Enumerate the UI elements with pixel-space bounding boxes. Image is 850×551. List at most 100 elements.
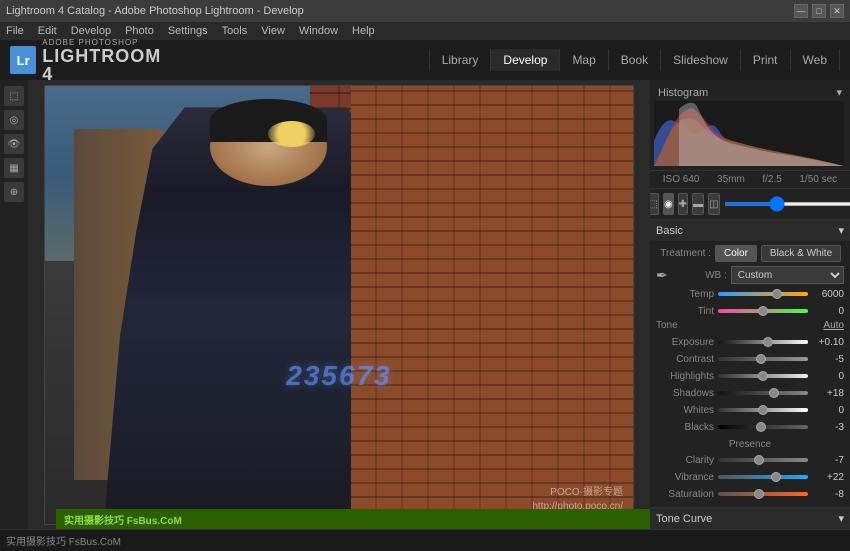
- color-btn[interactable]: Color: [715, 245, 757, 262]
- status-text: 实用摄影技巧 FsBus.CoM: [64, 512, 182, 527]
- statusbar: 实用摄影技巧 FsBus.CoM: [0, 529, 850, 551]
- clarity-value: -7: [812, 455, 844, 466]
- exposure-thumb[interactable]: [763, 337, 773, 347]
- highlights-track[interactable]: [718, 374, 808, 378]
- camera-info: ISO 640 35mm f/2.5 1/50 sec: [650, 171, 850, 189]
- tab-print[interactable]: Print: [741, 49, 791, 71]
- tab-web[interactable]: Web: [791, 49, 840, 71]
- vibrance-label: Vibrance: [656, 472, 714, 483]
- close-button[interactable]: ✕: [830, 4, 844, 18]
- tone-auto-btn[interactable]: Auto: [823, 320, 844, 331]
- contrast-track[interactable]: [718, 357, 808, 361]
- tint-thumb[interactable]: [758, 306, 768, 316]
- adjustment-brush-btn[interactable]: ◫: [708, 193, 719, 215]
- menu-help[interactable]: Help: [352, 25, 375, 37]
- vibrance-value: +22: [812, 472, 844, 483]
- temp-track[interactable]: [718, 292, 808, 296]
- basic-panel-title[interactable]: Basic ▾: [650, 220, 850, 241]
- redeye-btn[interactable]: ✚: [678, 193, 688, 215]
- vibrance-thumb[interactable]: [771, 472, 781, 482]
- eyedropper-icon[interactable]: ✒: [656, 267, 668, 284]
- tone-label: Tone: [656, 320, 678, 331]
- photo-container: 235673 POCO·摄影专题 http://photo.poco.cn/: [44, 85, 634, 525]
- tab-slideshow[interactable]: Slideshow: [661, 49, 741, 71]
- whites-track[interactable]: [718, 408, 808, 412]
- shadows-slider-row: Shadows +18: [656, 385, 844, 401]
- temp-thumb[interactable]: [772, 289, 782, 299]
- menu-view[interactable]: View: [261, 25, 285, 37]
- vibrance-slider-row: Vibrance +22: [656, 469, 844, 485]
- tint-track[interactable]: [718, 309, 808, 313]
- histogram-header: Histogram ▾: [654, 84, 846, 101]
- menu-window[interactable]: Window: [299, 25, 338, 37]
- adjustment-brush-tool[interactable]: ⊕: [4, 182, 24, 202]
- crop-tool[interactable]: ⬚: [4, 86, 24, 106]
- histogram-chevron[interactable]: ▾: [836, 86, 842, 99]
- develop-tools-row: ⬚ ◉ ✚ ▬ ◫: [650, 189, 850, 220]
- status-strip: 实用摄影技巧 FsBus.CoM: [56, 509, 650, 529]
- tone-curve-title[interactable]: Tone Curve ▾: [650, 508, 850, 529]
- clarity-thumb[interactable]: [754, 455, 764, 465]
- menu-file[interactable]: File: [6, 25, 24, 37]
- menu-develop[interactable]: Develop: [71, 25, 111, 37]
- exposure-value: +0.10: [812, 337, 844, 348]
- saturation-thumb[interactable]: [754, 489, 764, 499]
- saturation-value: -8: [812, 489, 844, 500]
- exposure-label: Exposure: [656, 337, 714, 348]
- whites-slider-row: Whites 0: [656, 402, 844, 418]
- logo-text: ADOBE PHOTOSHOP LIGHTROOM 4: [42, 38, 170, 83]
- spot-removal-btn[interactable]: ◉: [663, 193, 674, 215]
- photo-background: [45, 86, 633, 524]
- graduated-filter-btn[interactable]: ▬: [692, 193, 704, 215]
- titlebar: Lightroom 4 Catalog - Adobe Photoshop Li…: [0, 0, 850, 22]
- blacks-thumb[interactable]: [756, 422, 766, 432]
- saturation-label: Saturation: [656, 489, 714, 500]
- shadows-thumb[interactable]: [769, 388, 779, 398]
- logo-main: LIGHTROOM 4: [42, 47, 170, 83]
- exposure-track[interactable]: [718, 340, 808, 344]
- menu-edit[interactable]: Edit: [38, 25, 57, 37]
- graduated-filter-tool[interactable]: ▦: [4, 158, 24, 178]
- contrast-thumb[interactable]: [756, 354, 766, 364]
- wb-select[interactable]: Custom As Shot Auto Daylight Cloudy Shad…: [731, 266, 844, 284]
- blacks-track[interactable]: [718, 425, 808, 429]
- temp-value: 6000: [812, 289, 844, 300]
- iso-value: ISO 640: [663, 174, 700, 185]
- wb-label: WB :: [672, 270, 727, 281]
- minimize-button[interactable]: —: [794, 4, 808, 18]
- photo-area: 235673 POCO·摄影专题 http://photo.poco.cn/ 实…: [28, 80, 650, 529]
- crop-overlay-btn[interactable]: ⬚: [650, 193, 659, 215]
- temp-label: Temp: [656, 289, 714, 300]
- shadows-track[interactable]: [718, 391, 808, 395]
- contrast-value: -5: [812, 354, 844, 365]
- histogram-section: Histogram ▾: [650, 80, 850, 171]
- menu-tools[interactable]: Tools: [222, 25, 248, 37]
- highlights-value: 0: [812, 371, 844, 382]
- shutter-value: 1/50 sec: [799, 174, 837, 185]
- vibrance-track[interactable]: [718, 475, 808, 479]
- right-panel: Histogram ▾ ISO 640 35mm: [650, 80, 850, 529]
- shadows-label: Shadows: [656, 388, 714, 399]
- tab-book[interactable]: Book: [609, 49, 661, 71]
- tool-slider[interactable]: [724, 202, 850, 206]
- basic-panel: Basic ▾ Treatment : Color Black & White …: [650, 220, 850, 508]
- highlights-thumb[interactable]: [758, 371, 768, 381]
- tone-sliders: Exposure +0.10 Contrast -5: [656, 334, 844, 435]
- menu-settings[interactable]: Settings: [168, 25, 208, 37]
- clarity-track[interactable]: [718, 458, 808, 462]
- maximize-button[interactable]: □: [812, 4, 826, 18]
- tone-curve-chevron: ▾: [838, 512, 844, 525]
- shadows-value: +18: [812, 388, 844, 399]
- treatment-row: Treatment : Color Black & White: [656, 245, 844, 262]
- bw-btn[interactable]: Black & White: [761, 245, 841, 262]
- tab-develop[interactable]: Develop: [491, 49, 560, 71]
- nav-tabs: Library Develop Map Book Slideshow Print…: [180, 49, 850, 71]
- whites-thumb[interactable]: [758, 405, 768, 415]
- saturation-track[interactable]: [718, 492, 808, 496]
- spot-removal-tool[interactable]: ◎: [4, 110, 24, 130]
- tab-library[interactable]: Library: [429, 49, 492, 71]
- menu-photo[interactable]: Photo: [125, 25, 154, 37]
- tab-map[interactable]: Map: [560, 49, 608, 71]
- redeye-tool[interactable]: 👁: [4, 134, 24, 154]
- tone-row: Tone Auto: [656, 320, 844, 331]
